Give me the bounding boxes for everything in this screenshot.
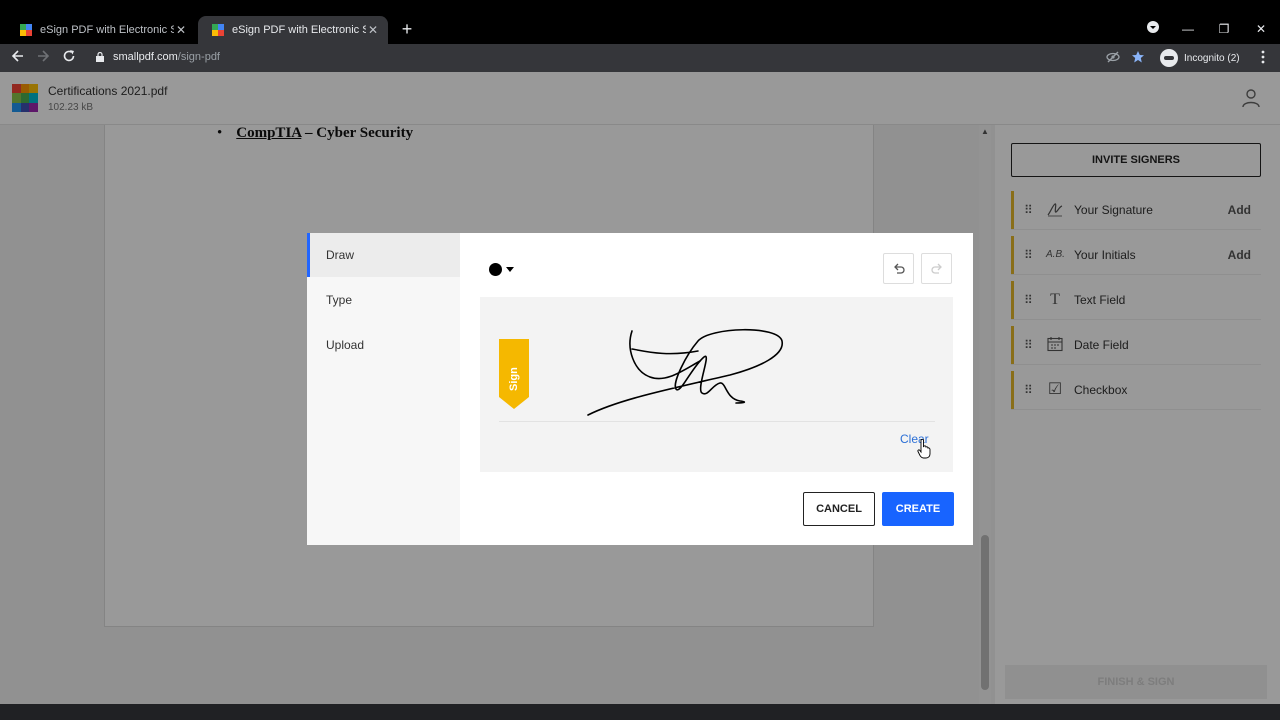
signature-dialog: Draw Type Upload Sign Clear CANCEL CREAT… bbox=[307, 233, 973, 545]
restore-button[interactable]: ❐ bbox=[1215, 20, 1233, 38]
sign-here-tag-icon: Sign bbox=[499, 339, 529, 409]
pen-color-swatch bbox=[489, 262, 502, 276]
menu-kebab-icon[interactable] bbox=[1255, 50, 1271, 66]
forward-icon[interactable] bbox=[34, 49, 52, 67]
favicon-icon bbox=[212, 24, 224, 36]
drawn-signature bbox=[587, 328, 783, 416]
lock-icon bbox=[96, 52, 104, 62]
browser-tab[interactable]: eSign PDF with Electronic Signatu ✕ bbox=[6, 16, 196, 44]
undo-icon bbox=[893, 263, 905, 274]
incognito-indicator[interactable]: Incognito (2) bbox=[1160, 48, 1240, 68]
url-text: smallpdf.com/sign-pdf bbox=[113, 51, 220, 63]
chevron-down-icon bbox=[506, 266, 514, 272]
address-bar[interactable]: smallpdf.com/sign-pdf bbox=[88, 46, 1153, 70]
incognito-label: Incognito (2) bbox=[1184, 52, 1240, 64]
favicon-icon bbox=[20, 24, 32, 36]
eye-off-icon[interactable] bbox=[1105, 50, 1121, 66]
cancel-button[interactable]: CANCEL bbox=[803, 492, 875, 526]
new-tab-button[interactable]: + bbox=[398, 20, 416, 38]
close-window-button[interactable]: ✕ bbox=[1252, 20, 1270, 38]
tab-draw[interactable]: Draw bbox=[307, 233, 460, 277]
tab-upload[interactable]: Upload bbox=[307, 323, 460, 367]
incognito-icon bbox=[1160, 49, 1178, 67]
pen-color-picker[interactable] bbox=[487, 257, 525, 281]
browser-tab-active[interactable]: eSign PDF with Electronic Signatu ✕ bbox=[198, 16, 388, 44]
signature-draw-canvas[interactable]: Sign Clear bbox=[480, 297, 953, 472]
undo-button[interactable] bbox=[883, 253, 914, 284]
reload-icon[interactable] bbox=[60, 49, 78, 67]
hand-pointer-icon bbox=[917, 439, 931, 459]
create-button[interactable]: CREATE bbox=[882, 492, 954, 526]
redo-icon bbox=[930, 263, 942, 274]
signature-mode-nav: Draw Type Upload bbox=[307, 233, 460, 545]
tab-search-icon[interactable] bbox=[1144, 20, 1162, 38]
browser-toolbar: smallpdf.com/sign-pdf Incognito (2) bbox=[0, 44, 1280, 72]
close-tab-icon[interactable]: ✕ bbox=[366, 23, 380, 37]
tab-type[interactable]: Type bbox=[307, 278, 460, 322]
tab-title: eSign PDF with Electronic Signatu bbox=[232, 24, 366, 36]
redo-button[interactable] bbox=[921, 253, 952, 284]
bookmark-star-icon[interactable] bbox=[1130, 50, 1146, 66]
minimize-button[interactable]: — bbox=[1179, 20, 1197, 38]
tab-title: eSign PDF with Electronic Signatu bbox=[40, 24, 174, 36]
close-tab-icon[interactable]: ✕ bbox=[174, 23, 188, 37]
svg-text:Sign: Sign bbox=[508, 367, 520, 391]
screen: eSign PDF with Electronic Signatu ✕ eSig… bbox=[0, 0, 1280, 720]
back-icon[interactable] bbox=[9, 49, 27, 67]
